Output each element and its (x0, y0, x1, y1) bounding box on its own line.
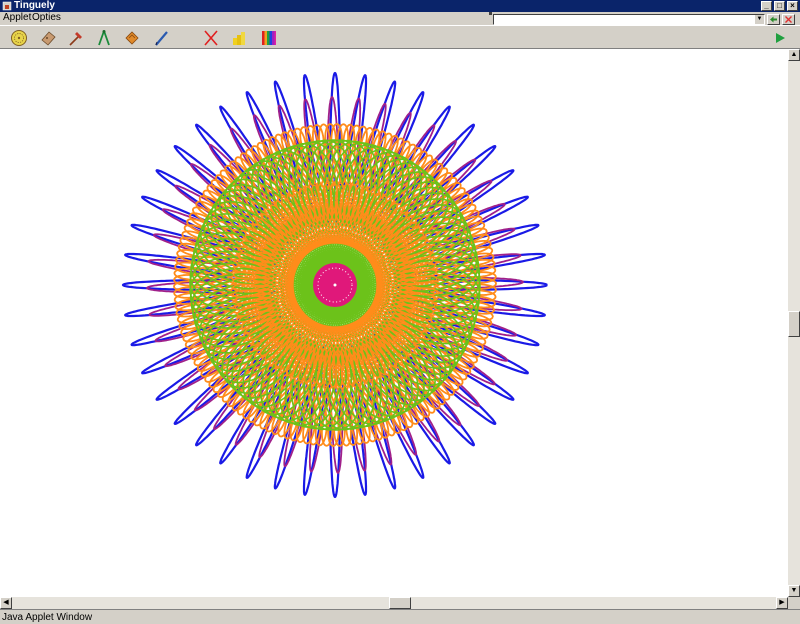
play-button[interactable] (770, 28, 790, 48)
minimize-button[interactable]: _ (761, 1, 772, 11)
scroll-right-arrow-icon[interactable]: ▶ (776, 597, 788, 609)
applet-window: Tinguely _ □ × Applet Opties ▼ ▲ ▼ ◀ ▶ J… (0, 0, 800, 624)
eraser-icon (41, 31, 56, 46)
stop-icon (785, 16, 792, 23)
horizontal-scroll-thumb[interactable] (389, 597, 411, 609)
hammer-tool-button[interactable] (66, 28, 86, 48)
close-button[interactable]: × (787, 1, 798, 11)
tape-tool-button[interactable] (122, 28, 142, 48)
clear-tool-button[interactable] (201, 28, 221, 48)
maximize-button[interactable]: □ (774, 1, 785, 11)
gear-tool-button[interactable] (9, 28, 29, 48)
tape-icon (125, 31, 139, 45)
java-cup-icon (2, 1, 12, 11)
horizontal-scrollbar[interactable]: ◀ ▶ (0, 597, 788, 609)
stop-button[interactable] (782, 14, 795, 25)
address-combo[interactable]: ▼ (493, 14, 765, 25)
status-text: Java Applet Window (2, 612, 93, 623)
color-palette-icon (262, 31, 276, 45)
hammer-icon (69, 32, 82, 46)
scroll-up-arrow-icon[interactable]: ▲ (788, 49, 800, 61)
drawing-canvas[interactable] (0, 49, 788, 597)
paint-bucket-icon (233, 32, 245, 45)
spirograph-drawing (121, 71, 548, 499)
vertical-scroll-thumb[interactable] (788, 311, 800, 337)
back-arrow-icon (770, 16, 777, 23)
scroll-down-arrow-icon[interactable]: ▼ (788, 585, 800, 597)
color-tool-button[interactable] (259, 28, 279, 48)
compass-icon (98, 30, 110, 46)
compass-tool-button[interactable] (94, 28, 114, 48)
fill-tool-button[interactable] (229, 28, 249, 48)
menu-opties[interactable]: Opties (32, 12, 61, 24)
gear-wheel-icon (11, 30, 27, 46)
vertical-scrollbar[interactable]: ▲ ▼ (788, 49, 800, 597)
eraser-tool-button[interactable] (38, 28, 58, 48)
clear-x-icon (204, 30, 218, 46)
window-title: Tinguely (14, 0, 55, 11)
pencil-tool-button[interactable] (152, 28, 172, 48)
spiro-center-pivot (333, 283, 337, 287)
play-icon (776, 33, 785, 43)
back-button[interactable] (767, 14, 780, 25)
splitter-handle[interactable] (489, 12, 492, 15)
toolbar (0, 25, 800, 49)
scroll-left-arrow-icon[interactable]: ◀ (0, 597, 12, 609)
pencil-icon (155, 31, 168, 46)
chevron-down-icon[interactable]: ▼ (755, 15, 764, 24)
menu-applet[interactable]: Applet (3, 12, 31, 24)
scroll-corner (788, 597, 800, 609)
title-bar[interactable]: Tinguely _ □ × (0, 0, 800, 12)
status-bar: Java Applet Window (0, 609, 800, 624)
